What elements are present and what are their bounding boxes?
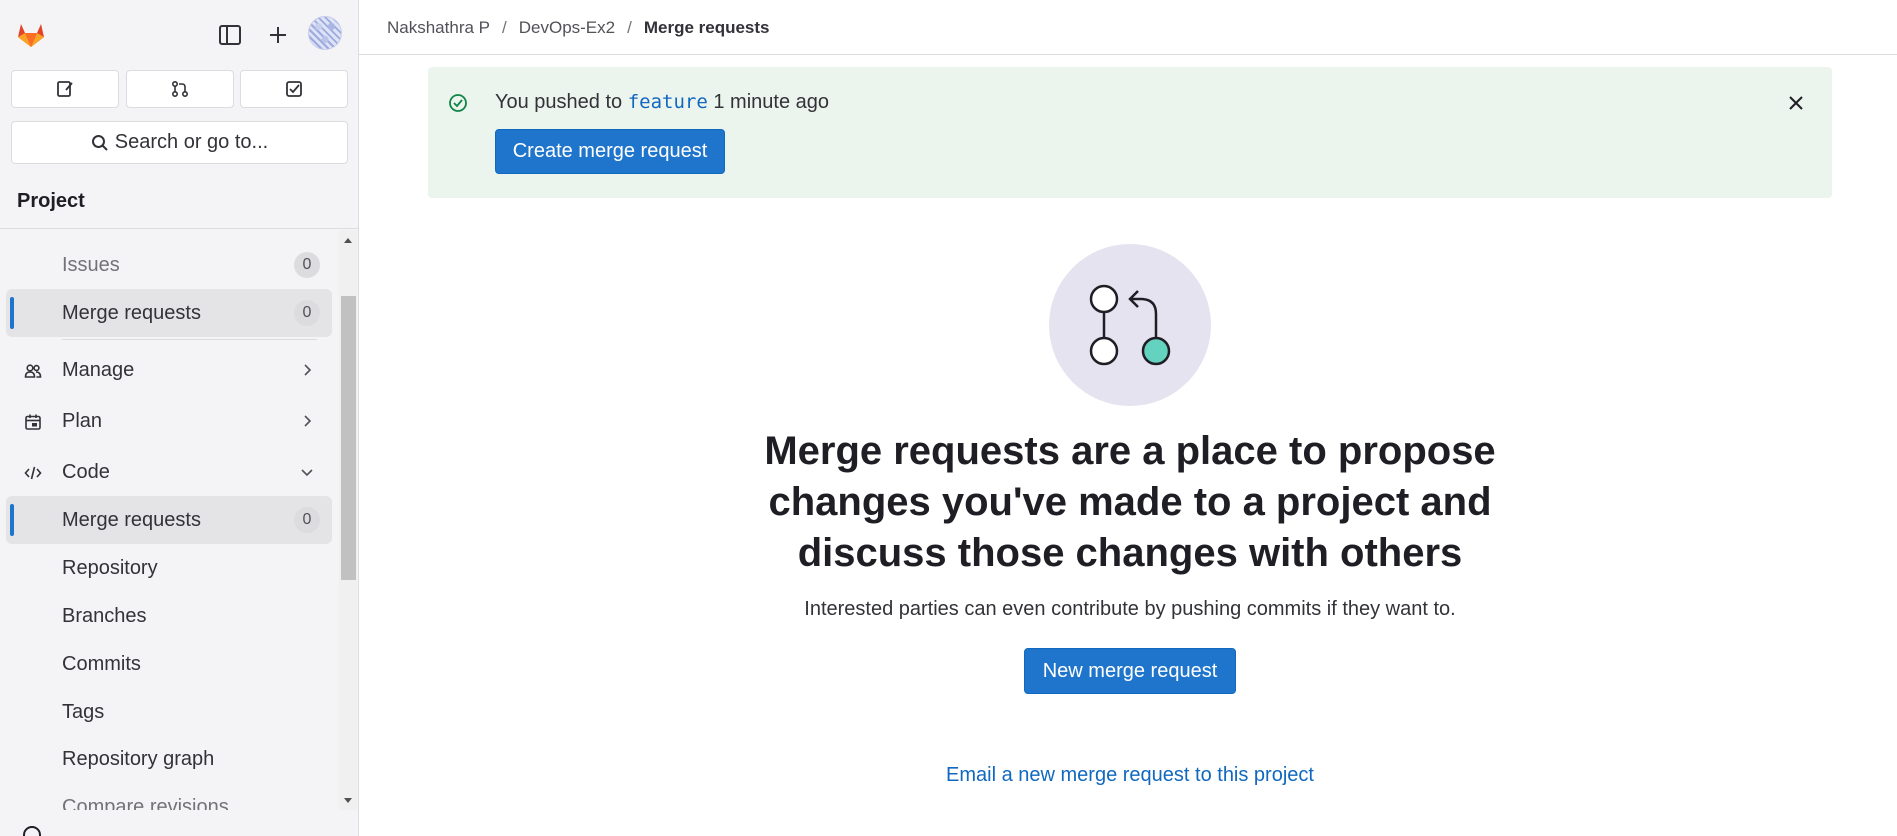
sidebar-item-plan[interactable]: Plan: [6, 397, 332, 445]
count-badge: 0: [294, 507, 320, 533]
branch-name[interactable]: feature: [628, 91, 708, 113]
divider: [0, 228, 358, 229]
count-badge: 0: [294, 300, 320, 326]
scrollbar-thumb[interactable]: [341, 296, 356, 580]
new-merge-request-button[interactable]: New merge request: [1024, 648, 1236, 694]
close-alert-button[interactable]: [1782, 89, 1810, 117]
sidebar-item-manage[interactable]: Manage: [6, 346, 332, 394]
breadcrumb-project[interactable]: DevOps-Ex2: [519, 18, 615, 38]
gitlab-tanuki-icon[interactable]: [15, 18, 47, 50]
breadcrumb-separator: /: [502, 18, 507, 37]
breadcrumb-current[interactable]: Merge requests: [644, 18, 770, 38]
sidebar-nav: Issues 0 Merge requests 0 Manage Plan Co…: [0, 230, 338, 810]
sidebar-item-label: Merge requests: [62, 508, 201, 531]
scroll-down-icon[interactable]: [341, 793, 355, 807]
sidebar-item-code-merge-requests[interactable]: Merge requests 0: [6, 496, 332, 544]
create-merge-request-button[interactable]: Create merge request: [495, 129, 725, 174]
project-heading: Project: [17, 190, 85, 212]
sidebar-item-label: Merge requests: [62, 301, 201, 324]
push-alert: You pushed to feature 1 minute ago Creat…: [428, 67, 1832, 198]
chevron-down-icon: [301, 469, 313, 477]
chevron-right-icon: [304, 364, 312, 376]
plus-icon[interactable]: [263, 20, 293, 50]
search-input[interactable]: Search or go to...: [11, 121, 348, 164]
divider: [62, 339, 317, 340]
alert-prefix: You pushed to: [495, 91, 623, 113]
email-merge-request-link[interactable]: Email a new merge request to this projec…: [728, 764, 1532, 787]
todos-quick-button[interactable]: [240, 70, 348, 108]
chevron-right-icon: [304, 415, 312, 427]
sidebar-item-label: Commits: [62, 652, 141, 675]
scroll-up-icon[interactable]: [341, 234, 355, 248]
sidebar-item-compare-revisions[interactable]: Compare revisions: [6, 783, 332, 811]
breadcrumb-user[interactable]: Nakshathra P: [387, 18, 490, 38]
sidebar-item-commits[interactable]: Commits: [6, 640, 332, 688]
sidebar-item-label: Code: [62, 460, 110, 483]
merge-illustration-icon: [1089, 284, 1171, 366]
sidebar-item-repository[interactable]: Repository: [6, 544, 332, 592]
sidebar-item-label: Plan: [62, 409, 103, 432]
issues-icon: [57, 81, 73, 97]
sidebar: Search or go to... Project Issues 0 Merg…: [0, 0, 359, 836]
search-icon: [91, 134, 108, 151]
breadcrumb: Nakshathra P / DevOps-Ex2 / Merge reques…: [387, 18, 770, 38]
sidebar-item-label: Repository: [62, 556, 158, 579]
merge-request-illustration: [1049, 244, 1211, 406]
top-header: Nakshathra P / DevOps-Ex2 / Merge reques…: [359, 0, 1897, 55]
sidebar-item-label: Branches: [62, 604, 147, 627]
avatar[interactable]: [308, 16, 342, 50]
code-icon: [24, 466, 42, 480]
sidebar-item-label: Repository graph: [62, 747, 215, 770]
sidebar-item-label: Compare revisions: [62, 795, 229, 811]
sidebar-item-label: Tags: [62, 700, 105, 723]
todo-icon: [286, 81, 302, 97]
alert-suffix: 1 minute ago: [713, 91, 830, 113]
alert-message: You pushed to feature 1 minute ago: [495, 91, 829, 114]
empty-state-title: Merge requests are a place to propose ch…: [764, 429, 1496, 575]
merge-requests-quick-button[interactable]: [126, 70, 234, 108]
sidebar-item-repository-graph[interactable]: Repository graph: [6, 735, 332, 783]
sidebar-item-label: Manage: [62, 358, 135, 381]
empty-state-description: Interested parties can even contribute b…: [804, 598, 1456, 620]
sidebar-item-code[interactable]: Code: [6, 448, 332, 496]
sidebar-item-issues[interactable]: Issues 0: [6, 241, 332, 289]
search-placeholder: Search or go to...: [114, 131, 269, 153]
sidebar-item-label: Issues: [62, 253, 120, 276]
sidebar-topbar: [0, 0, 358, 70]
help-icon[interactable]: [22, 825, 42, 836]
merge-request-icon: [171, 80, 189, 98]
issues-quick-button[interactable]: [11, 70, 119, 108]
check-circle-icon: [449, 94, 467, 112]
sidebar-item-merge-requests[interactable]: Merge requests 0: [6, 289, 332, 337]
close-icon: [1789, 96, 1803, 110]
sidebar-item-tags[interactable]: Tags: [6, 688, 332, 736]
calendar-icon: [25, 414, 41, 430]
sidebar-item-branches[interactable]: Branches: [6, 592, 332, 640]
sidebar-toggle-icon[interactable]: [215, 20, 245, 50]
breadcrumb-separator: /: [627, 18, 632, 37]
users-icon: [24, 364, 42, 378]
count-badge: 0: [294, 252, 320, 278]
